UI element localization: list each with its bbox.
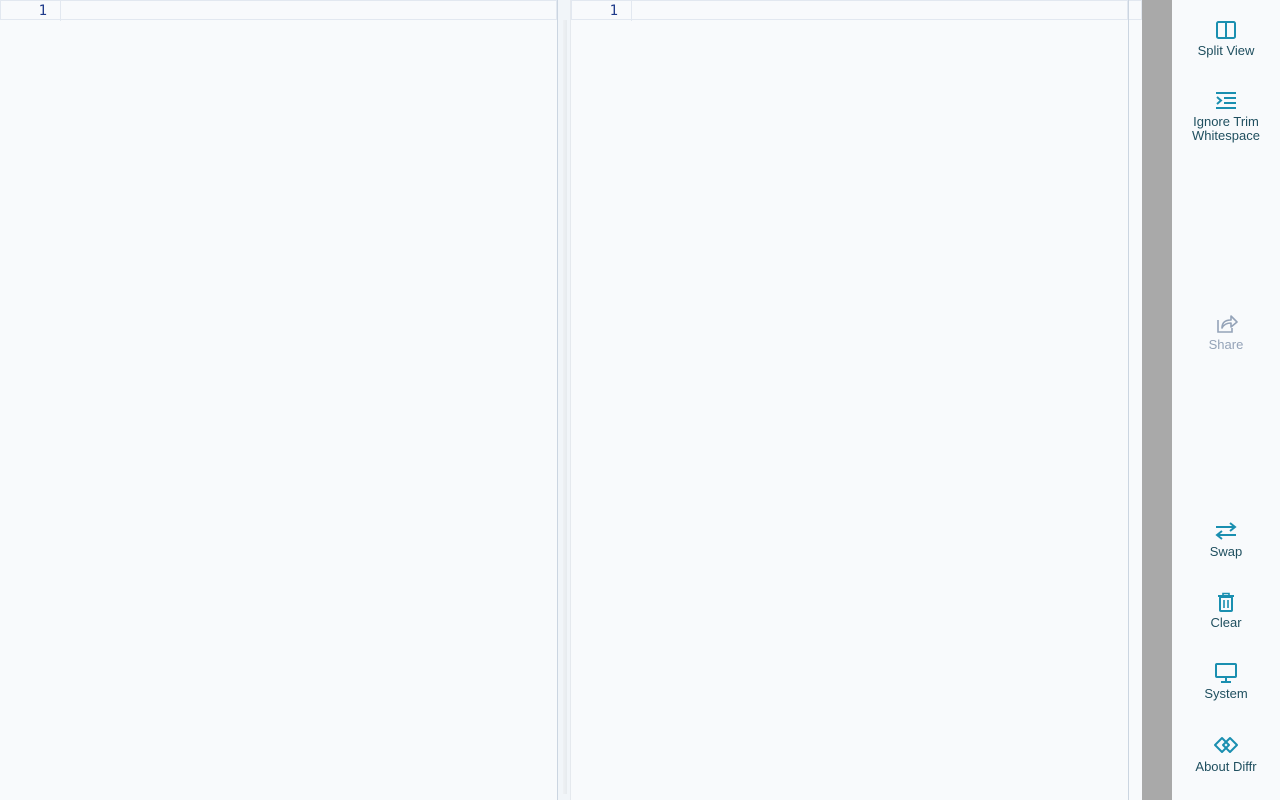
share-icon	[1217, 315, 1238, 333]
system-label: System	[1204, 686, 1248, 701]
pane-divider[interactable]	[557, 0, 571, 800]
about-diffr-label: About Diffr	[1195, 759, 1257, 774]
about-diffr-button[interactable]: About Diffr	[1172, 736, 1280, 774]
editor-line[interactable]: 1	[571, 0, 1128, 21]
diffr-logo-icon	[1214, 737, 1238, 753]
share-label: Share	[1208, 337, 1244, 352]
editor-line[interactable]: 1	[0, 0, 557, 21]
monitor-icon	[1215, 663, 1237, 683]
original-editor-pane[interactable]: 1	[0, 0, 557, 800]
divider-grip[interactable]	[563, 20, 567, 794]
modified-editor-pane[interactable]: 1	[571, 0, 1128, 800]
ignore-trim-whitespace-button[interactable]: Ignore Trim Whitespace	[1172, 91, 1280, 143]
share-button[interactable]: Share	[1172, 314, 1280, 352]
split-view-button[interactable]: Split View	[1172, 20, 1280, 58]
system-theme-button[interactable]: System	[1172, 663, 1280, 701]
overview-ruler	[1128, 0, 1142, 800]
split-view-label: Split View	[1197, 43, 1255, 58]
diff-editor: 1 1	[0, 0, 1142, 800]
clear-button[interactable]: Clear	[1172, 592, 1280, 630]
swap-button[interactable]: Swap	[1172, 521, 1280, 559]
toolbar-sidebar: Split View Ignore Trim Whitespace Share …	[1172, 0, 1280, 800]
overview-ruler-cell	[1129, 0, 1142, 20]
split-view-icon	[1216, 21, 1236, 39]
swap-label: Swap	[1209, 544, 1243, 559]
line-content[interactable]	[62, 1, 556, 19]
indent-icon	[1216, 92, 1236, 109]
line-number: 1	[38, 3, 47, 19]
vertical-scrollbar[interactable]	[1142, 0, 1172, 800]
line-number-gutter: 1	[572, 1, 632, 21]
line-number-gutter: 1	[1, 1, 61, 21]
line-number: 1	[609, 3, 618, 19]
line-content[interactable]	[633, 1, 1127, 19]
ignore-trim-whitespace-label: Ignore Trim Whitespace	[1192, 114, 1260, 143]
swap-arrows-icon	[1215, 522, 1237, 540]
trash-icon	[1218, 592, 1234, 612]
clear-label: Clear	[1210, 615, 1242, 630]
